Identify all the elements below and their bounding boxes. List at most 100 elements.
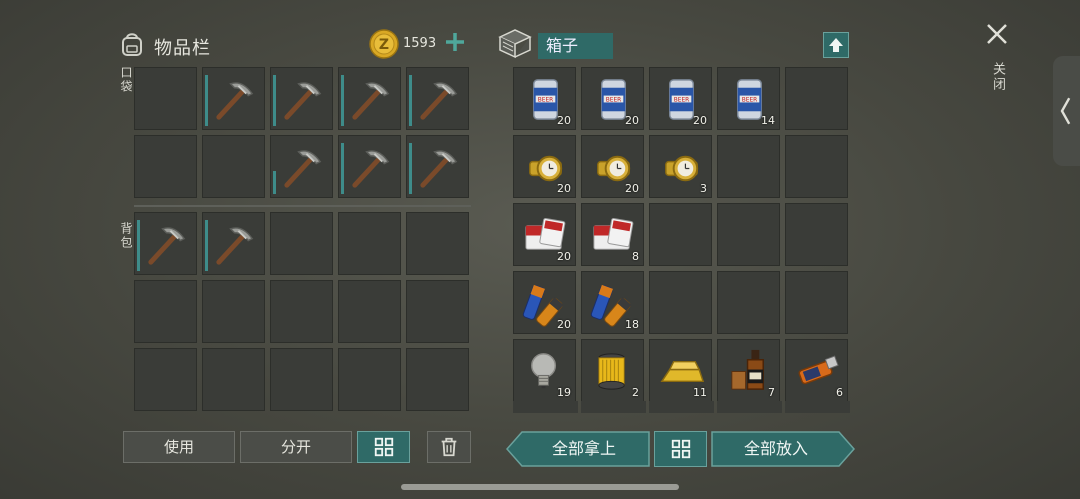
box-slot[interactable]: 19	[513, 339, 576, 402]
box-slot[interactable]: BEER 20	[581, 67, 644, 130]
coin-balance: 1593	[403, 36, 437, 51]
pocket-slot[interactable]	[270, 67, 333, 130]
trash-button[interactable]	[427, 431, 471, 463]
item-count: 2	[632, 386, 639, 399]
pocket-slot[interactable]	[134, 135, 197, 198]
pickaxe-icon	[352, 82, 390, 120]
backpack-slot[interactable]	[270, 280, 333, 343]
backpack-slot[interactable]	[202, 212, 265, 275]
backpack-slot[interactable]	[270, 212, 333, 275]
backpack-slot[interactable]	[406, 212, 469, 275]
pickaxe-icon	[352, 150, 390, 188]
pocket-slot[interactable]	[338, 135, 401, 198]
pocket-slot[interactable]	[134, 67, 197, 130]
backpack-slot[interactable]	[134, 280, 197, 343]
inventory-title: 物品栏	[154, 38, 211, 59]
box-slot[interactable]: BEER 20	[513, 67, 576, 130]
close-icon[interactable]	[985, 22, 1009, 46]
box-slot[interactable]: 18	[581, 271, 644, 334]
box-slot[interactable]	[649, 271, 712, 334]
take-all-button[interactable]: 全部拿上	[520, 432, 648, 466]
box-slot[interactable]: 11	[649, 339, 712, 402]
box-slot[interactable]: 3	[649, 135, 712, 198]
item-count: 20	[557, 114, 571, 127]
svg-text:BEER: BEER	[674, 97, 690, 103]
durability-bar	[273, 75, 276, 126]
box-grid-view-button[interactable]	[654, 431, 707, 467]
inventory-grid-view-button[interactable]	[357, 431, 410, 463]
box-slot[interactable]: 20	[513, 203, 576, 266]
box-slot[interactable]: 7	[717, 339, 780, 402]
durability-bar	[409, 143, 412, 194]
box-slot[interactable]: 6	[785, 339, 848, 402]
pocket-slot[interactable]	[338, 67, 401, 130]
box-slot[interactable]	[785, 271, 848, 334]
box-slot[interactable]	[785, 135, 848, 198]
item-count: 6	[836, 386, 843, 399]
svg-text:BEER: BEER	[538, 97, 554, 103]
item-count: 20	[557, 250, 571, 263]
durability-bar	[341, 75, 344, 126]
sort-up-button[interactable]	[823, 32, 849, 58]
pickaxe-icon	[284, 150, 322, 188]
pocket-slot[interactable]	[406, 67, 469, 130]
svg-text:Z: Z	[379, 37, 389, 53]
pickaxe-icon	[420, 82, 458, 120]
add-coins-icon[interactable]	[443, 30, 467, 54]
close-label[interactable]: 关闭	[988, 62, 1007, 92]
box-slot[interactable]	[649, 203, 712, 266]
pocket-slot[interactable]	[270, 135, 333, 198]
durability-bar	[273, 171, 276, 194]
backpack-slot[interactable]	[338, 212, 401, 275]
backpack-slot[interactable]	[202, 280, 265, 343]
item-count: 8	[632, 250, 639, 263]
grid-icon	[374, 437, 393, 457]
pickaxe-icon	[148, 227, 186, 265]
durability-bar	[409, 75, 412, 126]
backpack-slot[interactable]	[202, 348, 265, 411]
backpack-label: 背包	[119, 222, 133, 250]
chevron-left-icon	[1060, 97, 1071, 125]
item-count: 3	[700, 182, 707, 195]
box-icon	[498, 29, 532, 59]
box-slot[interactable]	[717, 135, 780, 198]
box-slot[interactable]	[785, 67, 848, 130]
backpack-slot[interactable]	[338, 348, 401, 411]
item-count: 20	[557, 182, 571, 195]
box-slot[interactable]	[785, 203, 848, 266]
pocket-slot[interactable]	[202, 67, 265, 130]
backpack-slot[interactable]	[270, 348, 333, 411]
backpack-slot[interactable]	[134, 348, 197, 411]
pickaxe-icon	[420, 150, 458, 188]
backpack-slot[interactable]	[406, 280, 469, 343]
coin-icon: Z	[369, 29, 399, 59]
box-slot[interactable]	[717, 271, 780, 334]
box-slot[interactable]: 2	[581, 339, 644, 402]
box-slot[interactable]: 20	[513, 271, 576, 334]
split-button[interactable]: 分开	[240, 431, 352, 463]
box-slot[interactable]: 20	[513, 135, 576, 198]
pocket-slot[interactable]	[202, 135, 265, 198]
side-panel-tab[interactable]	[1053, 56, 1080, 166]
backpack-slot[interactable]	[134, 212, 197, 275]
use-button[interactable]: 使用	[123, 431, 235, 463]
box-slot[interactable]: BEER 14	[717, 67, 780, 130]
section-divider	[134, 205, 471, 207]
grid-icon	[671, 439, 690, 459]
box-slot[interactable]: 8	[581, 203, 644, 266]
box-slot[interactable]: BEER 20	[649, 67, 712, 130]
item-count: 20	[693, 114, 707, 127]
svg-text:BEER: BEER	[742, 97, 758, 103]
home-indicator[interactable]	[401, 484, 679, 490]
pocket-slot[interactable]	[406, 135, 469, 198]
item-count: 11	[693, 386, 707, 399]
durability-bar	[205, 75, 208, 126]
durability-bar	[137, 220, 140, 271]
pocket-grid	[134, 67, 471, 200]
put-all-button[interactable]: 全部放入	[712, 432, 840, 466]
backpack-slot[interactable]	[338, 280, 401, 343]
box-slot[interactable]	[717, 203, 780, 266]
backpack-slot[interactable]	[406, 348, 469, 411]
box-slot[interactable]: 20	[581, 135, 644, 198]
trash-icon	[441, 437, 457, 457]
